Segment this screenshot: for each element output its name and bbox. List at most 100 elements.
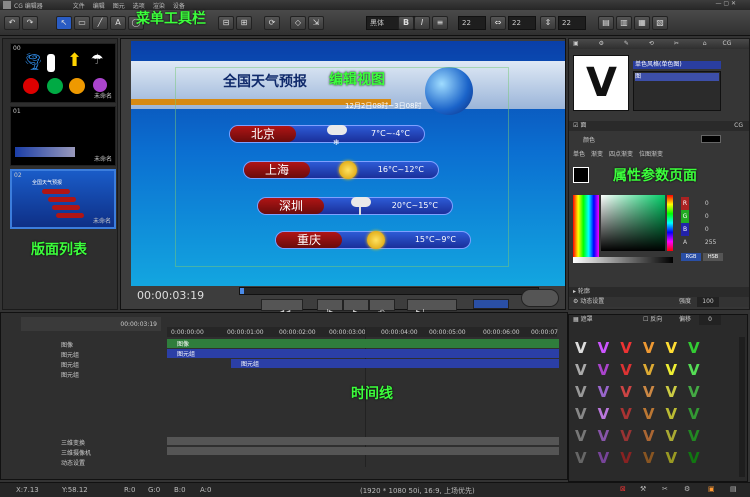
checkbox-icon[interactable]: ☑ <box>573 122 578 129</box>
properties-tabs[interactable]: ▣ ⚙ ✎ ⟲ ✂ ⌂ CG <box>569 39 749 49</box>
align-button[interactable]: ⊟ <box>218 16 234 30</box>
view-mode-button[interactable] <box>473 299 509 309</box>
tab-icon[interactable]: ✂ <box>674 40 679 47</box>
timeline-toolbar[interactable]: 00:00:03:19 <box>21 317 161 331</box>
bottom-track[interactable]: 动态设置 <box>21 457 561 467</box>
line-spacing-button[interactable]: ⇕ <box>540 16 556 30</box>
alert-icon[interactable]: ⊠ <box>620 485 626 493</box>
menu-element[interactable]: 图元 <box>113 1 125 10</box>
select-tool-button[interactable]: ↖ <box>56 16 72 30</box>
layout2-button[interactable]: ▥ <box>616 16 632 30</box>
bottom-track[interactable]: 三维变换 <box>21 437 561 447</box>
timeline-ruler[interactable]: 0:00:00:00 00:00:01:00 00:00:02:00 00:00… <box>167 327 558 337</box>
gray-ramp[interactable] <box>573 257 673 263</box>
folder-icon[interactable]: ▣ <box>708 485 715 493</box>
loop-button[interactable]: ⟲ <box>369 299 395 317</box>
step-back-button[interactable]: |▶ <box>317 299 343 317</box>
redo-button[interactable]: ↷ <box>22 16 38 30</box>
style-list-item[interactable]: 图 <box>635 73 719 81</box>
tab-icon[interactable]: ⚙ <box>599 40 604 47</box>
window-controls[interactable]: — ▢ ✕ <box>715 0 736 7</box>
tab-gradient[interactable]: 渐变 <box>591 149 603 158</box>
style-library-panel[interactable]: ▦ 遮罩 ☐ 反向 偏移 0 VVVVVV VVVVVV VVVVVV VVVV… <box>568 314 748 482</box>
tab-label-cg[interactable]: CG <box>723 40 732 47</box>
track-clip[interactable]: 图元组 <box>167 349 559 358</box>
properties-panel: ▣ ⚙ ✎ ⟲ ✂ ⌂ CG V 单色风格(单色图) 图 ☑ 面 CG 颜色 单… <box>568 38 750 310</box>
wrench-icon[interactable]: ⚒ <box>640 485 646 493</box>
menu-edit[interactable]: 编辑 <box>93 1 105 10</box>
hsb-button[interactable]: HSB <box>703 253 723 261</box>
tab-icon[interactable]: ⌂ <box>703 40 707 47</box>
playback-scrubber[interactable] <box>239 287 539 295</box>
style-list[interactable]: 图 <box>633 71 721 111</box>
rgb-button[interactable]: RGB <box>681 253 701 261</box>
tab-4pt[interactable]: 四点渐变 <box>609 149 633 158</box>
undo-button[interactable]: ↶ <box>4 16 20 30</box>
page-thumb-1[interactable]: 01 未命名 <box>10 106 116 166</box>
layout4-button[interactable]: ▧ <box>652 16 668 30</box>
track-row[interactable]: 图元组 <box>21 369 561 379</box>
tab-icon[interactable]: ✎ <box>624 40 629 47</box>
line-spacing-select[interactable]: 22 <box>558 16 586 30</box>
arrow-up-icon: ⬆ <box>67 50 83 71</box>
tab-bitmap[interactable]: 位图渐变 <box>639 149 663 158</box>
track-clip[interactable]: 图元组 <box>231 359 559 368</box>
bottom-track[interactable]: 三维摄像机 <box>21 447 561 457</box>
italic-button[interactable]: I <box>414 16 430 30</box>
transform-button[interactable]: ⟳ <box>264 16 280 30</box>
thumb-bar <box>42 189 70 194</box>
section-header[interactable]: ☑ 面 CG <box>569 121 749 131</box>
page-thumb-2[interactable]: 02 全国天气预报 未命名 <box>10 169 116 229</box>
track-row[interactable]: 图元组 图元组 <box>21 349 561 359</box>
scrubber-handle[interactable] <box>240 288 244 294</box>
page-thumb-0[interactable]: 00 🌪 ⬆ ☂ 未命名 <box>10 43 116 103</box>
mask-row[interactable]: ▦ 遮罩 ☐ 反向 偏移 0 <box>573 315 721 325</box>
tab-solid[interactable]: 单色 <box>573 149 585 158</box>
grid-button[interactable]: ⊞ <box>236 16 252 30</box>
main-toolbar: ↶ ↷ ↖ ▭ ╱ A ◯ ⊟ ⊞ ⟳ ◇ ⇲ 黑体 ▾ B I ≡ 22 ⇔ … <box>0 10 750 36</box>
char-spacing-select[interactable]: 22 <box>508 16 536 30</box>
font-size-select[interactable]: 22 <box>458 16 486 30</box>
annotation-page-list: 版面列表 <box>31 242 87 258</box>
zoom-button[interactable] <box>521 289 559 307</box>
play-button[interactable]: ▶ <box>343 299 369 317</box>
purple-flower-icon <box>93 78 107 92</box>
track-row[interactable]: 图像 图像 <box>21 339 561 349</box>
text-tool-button[interactable]: A <box>110 16 126 30</box>
menu-file[interactable]: 文件 <box>73 1 85 10</box>
track-row[interactable]: 图元组 图元组 <box>21 359 561 369</box>
outline-section[interactable]: ▸ 轮廓 <box>569 287 749 297</box>
page-list-panel: 00 🌪 ⬆ ☂ 未命名 01 未命名 02 全国天气预报 未命名 版面列表 <box>2 38 118 310</box>
tab-icon[interactable]: ▣ <box>573 40 579 47</box>
fg-color-icon[interactable] <box>573 167 589 183</box>
tab-icon[interactable]: ⟲ <box>649 40 654 47</box>
tool-icon[interactable]: ⚙ <box>684 485 690 493</box>
dynamic-section[interactable]: ⚙ 动态设置 强度 100 <box>569 297 749 307</box>
spacing-button[interactable]: ⇔ <box>490 16 506 30</box>
status-r: R:0 <box>124 486 136 494</box>
v-style-grid[interactable]: VVVVVV VVVVVV VVVVVV VVVVVV VVVVVV VVVVV… <box>575 337 743 477</box>
canvas[interactable]: 全国天气预报 编辑视图 12月2日08时~3日08时 北京 7°C~-4°C ❄… <box>131 41 565 286</box>
text-align-button[interactable]: ≡ <box>432 16 448 30</box>
shape-button[interactable]: ◇ <box>290 16 306 30</box>
cloud-icon <box>351 197 371 207</box>
tools-icon[interactable]: ✂ <box>662 485 668 493</box>
bold-button[interactable]: B <box>398 16 414 30</box>
color-picker-area[interactable] <box>601 195 665 251</box>
library-scrollbar[interactable] <box>739 337 745 477</box>
hue-slider[interactable] <box>667 195 673 251</box>
layout-button[interactable]: ▤ <box>598 16 614 30</box>
line-tool-button[interactable]: ╱ <box>92 16 108 30</box>
track-clip[interactable]: 图像 <box>167 339 559 348</box>
palette-grid[interactable] <box>573 195 599 257</box>
prev-button[interactable]: ◀◀ <box>261 299 303 317</box>
record-button[interactable]: ▶| <box>407 299 457 317</box>
scale-button[interactable]: ⇲ <box>308 16 324 30</box>
save-icon[interactable]: ▤ <box>730 485 737 493</box>
layout3-button[interactable]: ▦ <box>634 16 650 30</box>
status-bar: X:7.13 Y:58.12 R:0 G:0 B:0 A:0 (1920 * 1… <box>0 482 750 497</box>
city-temp: 16°C~12°C <box>377 165 424 174</box>
rect-tool-button[interactable]: ▭ <box>74 16 90 30</box>
color-swatch[interactable] <box>701 135 721 143</box>
fill-tabs[interactable]: 单色 渐变 四点渐变 位图渐变 <box>573 149 663 158</box>
